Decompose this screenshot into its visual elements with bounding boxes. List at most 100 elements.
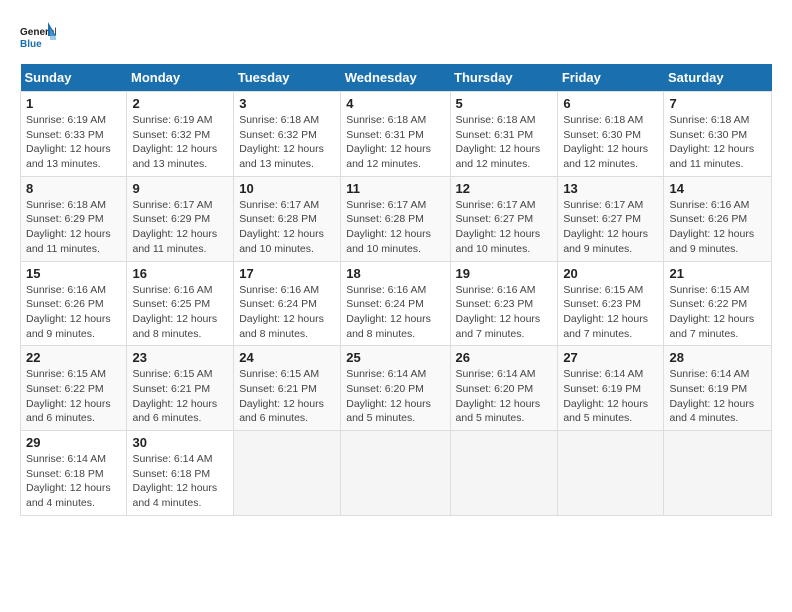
day-header-tuesday: Tuesday: [234, 64, 341, 92]
day-info: Sunrise: 6:19 AM Sunset: 6:33 PM Dayligh…: [26, 113, 121, 172]
day-cell-4: 4Sunrise: 6:18 AM Sunset: 6:31 PM Daylig…: [341, 92, 450, 177]
day-number: 21: [669, 266, 766, 281]
day-cell-1: 1Sunrise: 6:19 AM Sunset: 6:33 PM Daylig…: [21, 92, 127, 177]
calendar-header-row: SundayMondayTuesdayWednesdayThursdayFrid…: [21, 64, 772, 92]
day-info: Sunrise: 6:15 AM Sunset: 6:21 PM Dayligh…: [132, 367, 228, 426]
day-number: 9: [132, 181, 228, 196]
page-header: General Blue: [20, 20, 772, 56]
logo-svg: General Blue: [20, 20, 56, 56]
day-number: 16: [132, 266, 228, 281]
empty-cell: [558, 431, 664, 516]
day-info: Sunrise: 6:15 AM Sunset: 6:23 PM Dayligh…: [563, 283, 658, 342]
day-info: Sunrise: 6:18 AM Sunset: 6:29 PM Dayligh…: [26, 198, 121, 257]
day-number: 26: [456, 350, 553, 365]
day-info: Sunrise: 6:16 AM Sunset: 6:26 PM Dayligh…: [26, 283, 121, 342]
day-cell-7: 7 Sunrise: 6:18 AM Sunset: 6:30 PM Daylig…: [664, 92, 772, 177]
day-cell-3: 3 Sunrise: 6:18 AM Sunset: 6:32 PM Daylig…: [234, 92, 341, 177]
day-cell-20: 20 Sunrise: 6:15 AM Sunset: 6:23 PM Dayli…: [558, 261, 664, 346]
day-cell-2: 2 Sunrise: 6:19 AM Sunset: 6:32 PM Daylig…: [127, 92, 234, 177]
day-cell-15: 15 Sunrise: 6:16 AM Sunset: 6:26 PM Dayli…: [21, 261, 127, 346]
day-cell-27: 27 Sunrise: 6:14 AM Sunset: 6:19 PM Dayli…: [558, 346, 664, 431]
day-number: 18: [346, 266, 444, 281]
day-number: 22: [26, 350, 121, 365]
svg-text:Blue: Blue: [20, 39, 42, 50]
day-number: 29: [26, 435, 121, 450]
day-number: 23: [132, 350, 228, 365]
day-info: Sunrise: 6:17 AM Sunset: 6:28 PM Dayligh…: [239, 198, 335, 257]
day-info: Sunrise: 6:14 AM Sunset: 6:20 PM Dayligh…: [346, 367, 444, 426]
day-info: Sunrise: 6:16 AM Sunset: 6:25 PM Dayligh…: [132, 283, 228, 342]
day-number: 5: [456, 96, 553, 111]
day-number: 15: [26, 266, 121, 281]
day-cell-24: 24Sunrise: 6:15 AM Sunset: 6:21 PM Dayli…: [234, 346, 341, 431]
day-cell-29: 29 Sunrise: 6:14 AM Sunset: 6:18 PM Dayli…: [21, 431, 127, 516]
day-number: 2: [132, 96, 228, 111]
day-cell-23: 23 Sunrise: 6:15 AM Sunset: 6:21 PM Dayli…: [127, 346, 234, 431]
day-cell-18: 18 Sunrise: 6:16 AM Sunset: 6:24 PM Dayli…: [341, 261, 450, 346]
day-header-thursday: Thursday: [450, 64, 558, 92]
day-info: Sunrise: 6:14 AM Sunset: 6:19 PM Dayligh…: [563, 367, 658, 426]
week-row-1: 1Sunrise: 6:19 AM Sunset: 6:33 PM Daylig…: [21, 92, 772, 177]
logo: General Blue: [20, 20, 56, 56]
empty-cell: [450, 431, 558, 516]
day-number: 17: [239, 266, 335, 281]
day-cell-30: 30Sunrise: 6:14 AM Sunset: 6:18 PM Dayli…: [127, 431, 234, 516]
day-info: Sunrise: 6:14 AM Sunset: 6:20 PM Dayligh…: [456, 367, 553, 426]
day-info: Sunrise: 6:17 AM Sunset: 6:27 PM Dayligh…: [456, 198, 553, 257]
day-number: 11: [346, 181, 444, 196]
day-cell-12: 12 Sunrise: 6:17 AM Sunset: 6:27 PM Dayli…: [450, 176, 558, 261]
day-cell-6: 6Sunrise: 6:18 AM Sunset: 6:30 PM Daylig…: [558, 92, 664, 177]
day-number: 28: [669, 350, 766, 365]
day-info: Sunrise: 6:17 AM Sunset: 6:27 PM Dayligh…: [563, 198, 658, 257]
empty-cell: [234, 431, 341, 516]
empty-cell: [341, 431, 450, 516]
week-row-4: 22 Sunrise: 6:15 AM Sunset: 6:22 PM Dayli…: [21, 346, 772, 431]
day-info: Sunrise: 6:16 AM Sunset: 6:23 PM Dayligh…: [456, 283, 553, 342]
week-row-2: 8 Sunrise: 6:18 AM Sunset: 6:29 PM Daylig…: [21, 176, 772, 261]
day-cell-26: 26 Sunrise: 6:14 AM Sunset: 6:20 PM Dayli…: [450, 346, 558, 431]
day-number: 7: [669, 96, 766, 111]
day-number: 12: [456, 181, 553, 196]
day-cell-19: 19Sunrise: 6:16 AM Sunset: 6:23 PM Dayli…: [450, 261, 558, 346]
day-cell-8: 8 Sunrise: 6:18 AM Sunset: 6:29 PM Daylig…: [21, 176, 127, 261]
day-info: Sunrise: 6:18 AM Sunset: 6:31 PM Dayligh…: [456, 113, 553, 172]
day-number: 24: [239, 350, 335, 365]
empty-cell: [664, 431, 772, 516]
day-cell-16: 16 Sunrise: 6:16 AM Sunset: 6:25 PM Dayli…: [127, 261, 234, 346]
week-row-3: 15 Sunrise: 6:16 AM Sunset: 6:26 PM Dayli…: [21, 261, 772, 346]
day-info: Sunrise: 6:17 AM Sunset: 6:28 PM Dayligh…: [346, 198, 444, 257]
day-info: Sunrise: 6:19 AM Sunset: 6:32 PM Dayligh…: [132, 113, 228, 172]
day-cell-17: 17 Sunrise: 6:16 AM Sunset: 6:24 PM Dayli…: [234, 261, 341, 346]
day-info: Sunrise: 6:15 AM Sunset: 6:22 PM Dayligh…: [669, 283, 766, 342]
day-info: Sunrise: 6:17 AM Sunset: 6:29 PM Dayligh…: [132, 198, 228, 257]
day-cell-10: 10 Sunrise: 6:17 AM Sunset: 6:28 PM Dayli…: [234, 176, 341, 261]
day-number: 6: [563, 96, 658, 111]
day-info: Sunrise: 6:16 AM Sunset: 6:24 PM Dayligh…: [346, 283, 444, 342]
day-info: Sunrise: 6:18 AM Sunset: 6:32 PM Dayligh…: [239, 113, 335, 172]
day-cell-21: 21 Sunrise: 6:15 AM Sunset: 6:22 PM Dayli…: [664, 261, 772, 346]
day-cell-22: 22 Sunrise: 6:15 AM Sunset: 6:22 PM Dayli…: [21, 346, 127, 431]
day-header-friday: Friday: [558, 64, 664, 92]
calendar-table: SundayMondayTuesdayWednesdayThursdayFrid…: [20, 64, 772, 516]
day-info: Sunrise: 6:14 AM Sunset: 6:18 PM Dayligh…: [132, 452, 228, 511]
day-number: 8: [26, 181, 121, 196]
day-info: Sunrise: 6:15 AM Sunset: 6:22 PM Dayligh…: [26, 367, 121, 426]
day-number: 14: [669, 181, 766, 196]
day-number: 27: [563, 350, 658, 365]
day-header-saturday: Saturday: [664, 64, 772, 92]
day-cell-25: 25Sunrise: 6:14 AM Sunset: 6:20 PM Dayli…: [341, 346, 450, 431]
day-number: 3: [239, 96, 335, 111]
day-header-monday: Monday: [127, 64, 234, 92]
day-info: Sunrise: 6:16 AM Sunset: 6:24 PM Dayligh…: [239, 283, 335, 342]
day-number: 10: [239, 181, 335, 196]
day-number: 20: [563, 266, 658, 281]
day-info: Sunrise: 6:18 AM Sunset: 6:30 PM Dayligh…: [669, 113, 766, 172]
day-header-sunday: Sunday: [21, 64, 127, 92]
logo-graphic: General Blue: [20, 20, 56, 56]
day-info: Sunrise: 6:14 AM Sunset: 6:18 PM Dayligh…: [26, 452, 121, 511]
day-number: 4: [346, 96, 444, 111]
week-row-5: 29 Sunrise: 6:14 AM Sunset: 6:18 PM Dayli…: [21, 431, 772, 516]
day-info: Sunrise: 6:14 AM Sunset: 6:19 PM Dayligh…: [669, 367, 766, 426]
day-info: Sunrise: 6:16 AM Sunset: 6:26 PM Dayligh…: [669, 198, 766, 257]
day-header-wednesday: Wednesday: [341, 64, 450, 92]
